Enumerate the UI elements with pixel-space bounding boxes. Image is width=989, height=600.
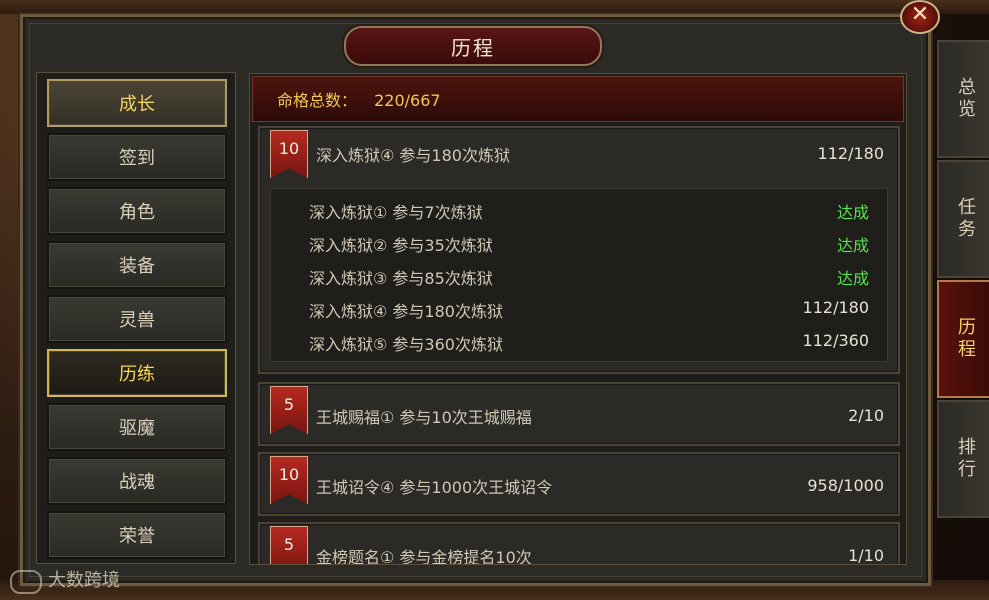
menu-item-label: 装备 <box>119 256 155 277</box>
tab-overview[interactable]: 总览 <box>937 40 989 158</box>
group-title: 深入炼狱④ 参与180次炼狱 <box>316 146 510 165</box>
menu-item-label: 签到 <box>119 148 155 169</box>
close-button[interactable]: ✕ <box>900 0 940 34</box>
group-progress: 958/1000 <box>807 476 884 495</box>
tab-label: 总览 <box>955 77 976 121</box>
achievement-group[interactable]: 10 王城诏令④ 参与1000次王城诏令 958/1000 <box>258 452 900 516</box>
reward-badge: 10 <box>270 130 308 178</box>
summary-value: 220/667 <box>374 91 441 110</box>
sub-achievement-label: 深入炼狱② 参与35次炼狱 <box>309 236 493 255</box>
sub-achievement-row: 深入炼狱② 参与35次炼狱 达成 <box>309 230 881 258</box>
tab-label: 排行 <box>955 437 976 481</box>
watermark-logo-icon <box>10 570 42 594</box>
page-title: 历程 <box>451 35 495 60</box>
menu-item-warsoul[interactable]: 战魂 <box>47 457 227 505</box>
menu-item-exorcism[interactable]: 驱魔 <box>47 403 227 451</box>
achievement-group[interactable]: 5 王城赐福① 参与10次王城赐福 2/10 <box>258 382 900 446</box>
tab-history[interactable]: 历程 <box>937 280 989 398</box>
summary-label: 命格总数： <box>277 91 358 110</box>
sub-achievement-row: 深入炼狱⑤ 参与360次炼狱 112/360 <box>309 329 881 357</box>
menu-item-pet[interactable]: 灵兽 <box>47 295 227 343</box>
group-title: 王城赐福① 参与10次王城赐福 <box>316 408 532 427</box>
reward-badge: 10 <box>270 456 308 504</box>
close-icon: ✕ <box>910 2 930 27</box>
menu-item-equipment[interactable]: 装备 <box>47 241 227 289</box>
sub-achievement-status: 112/180 <box>802 298 869 317</box>
tab-label: 历程 <box>955 317 976 361</box>
category-menu: 成长 签到 角色 装备 灵兽 历练 驱魔 战魂 荣誉 <box>36 72 236 564</box>
side-tabs: 总览 任务 历程 排行 <box>937 40 989 520</box>
title-plate: 历程 <box>344 26 602 66</box>
menu-item-character[interactable]: 角色 <box>47 187 227 235</box>
sub-achievement-status: 112/360 <box>802 331 869 350</box>
sub-achievement-status: 达成 <box>836 203 869 222</box>
summary-bar: 命格总数： 220/667 <box>252 76 904 122</box>
sub-achievement-list: 深入炼狱① 参与7次炼狱 达成 深入炼狱② 参与35次炼狱 达成 深入炼狱③ 参… <box>270 188 888 362</box>
sub-achievement-label: 深入炼狱④ 参与180次炼狱 <box>309 302 503 321</box>
sub-achievement-row: 深入炼狱① 参与7次炼狱 达成 <box>309 197 881 225</box>
sub-achievement-label: 深入炼狱⑤ 参与360次炼狱 <box>309 335 503 354</box>
reward-badge: 5 <box>270 526 308 564</box>
sub-achievement-status: 达成 <box>836 269 869 288</box>
menu-item-training[interactable]: 历练 <box>47 349 227 397</box>
menu-item-label: 角色 <box>119 202 155 223</box>
group-progress: 1/10 <box>848 546 884 565</box>
tab-tasks[interactable]: 任务 <box>937 160 989 278</box>
tab-ranking[interactable]: 排行 <box>937 400 989 518</box>
menu-item-growth[interactable]: 成长 <box>47 79 227 127</box>
reward-badge: 5 <box>270 386 308 434</box>
sub-achievement-status: 达成 <box>836 236 869 255</box>
group-title: 王城诏令④ 参与1000次王城诏令 <box>316 478 553 497</box>
menu-item-label: 成长 <box>119 94 155 115</box>
sub-achievement-row: 深入炼狱③ 参与85次炼狱 达成 <box>309 263 881 291</box>
menu-item-label: 灵兽 <box>119 310 155 331</box>
menu-item-honor[interactable]: 荣誉 <box>47 511 227 559</box>
tab-label: 任务 <box>955 197 976 241</box>
sub-achievement-label: 深入炼狱① 参与7次炼狱 <box>309 203 483 222</box>
watermark: 大数跨境 <box>48 570 120 591</box>
menu-item-label: 驱魔 <box>119 418 155 439</box>
group-progress: 112/180 <box>817 144 884 163</box>
sub-achievement-row: 深入炼狱④ 参与180次炼狱 112/180 <box>309 296 881 324</box>
summary-text: 命格总数： 220/667 <box>265 87 441 111</box>
menu-item-signin[interactable]: 签到 <box>47 133 227 181</box>
menu-item-label: 战魂 <box>119 472 155 493</box>
achievement-group-expanded[interactable]: 10 深入炼狱④ 参与180次炼狱 112/180 深入炼狱① 参与7次炼狱 达… <box>258 126 900 374</box>
group-progress: 2/10 <box>848 406 884 425</box>
menu-item-label: 荣誉 <box>119 526 155 547</box>
top-ornament <box>0 0 989 14</box>
sub-achievement-label: 深入炼狱③ 参与85次炼狱 <box>309 269 493 288</box>
achievement-group[interactable]: 5 金榜题名① 参与金榜提名10次 1/10 <box>258 522 900 565</box>
achievement-list[interactable]: 命格总数： 220/667 10 深入炼狱④ 参与180次炼狱 112/180 … <box>249 73 907 565</box>
group-title: 金榜题名① 参与金榜提名10次 <box>316 548 532 565</box>
menu-item-label: 历练 <box>119 364 155 385</box>
